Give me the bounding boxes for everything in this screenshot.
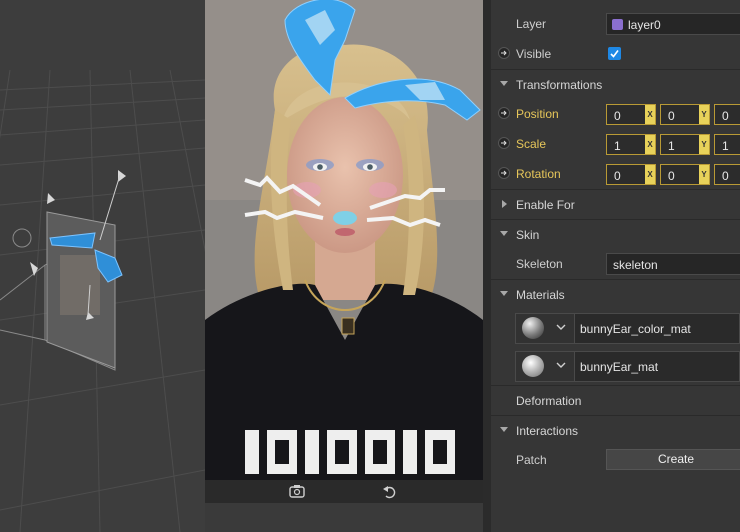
- material-slot[interactable]: bunnyEar_mat: [515, 351, 740, 382]
- visible-row: Visible: [491, 39, 740, 69]
- scale-z-field[interactable]: 1: [714, 134, 740, 155]
- interactions-label: Interactions: [516, 424, 579, 438]
- simulator-preview[interactable]: [205, 0, 483, 503]
- position-z-field[interactable]: 0: [714, 104, 740, 125]
- collapse-triangle-icon: [500, 427, 508, 432]
- arrow-right-icon[interactable]: [498, 47, 510, 59]
- patch-row: Patch Create: [491, 447, 740, 477]
- collapse-triangle-icon: [500, 231, 508, 236]
- enable-for-header[interactable]: Enable For: [491, 189, 740, 219]
- scale-y-field[interactable]: 1Y: [660, 134, 710, 155]
- collapse-triangle-icon: [500, 81, 508, 86]
- scale-label: Scale: [516, 137, 547, 151]
- visible-label: Visible: [516, 47, 552, 61]
- visible-checkbox[interactable]: [608, 47, 621, 60]
- layer-color-swatch: [612, 19, 623, 30]
- skeleton-label: Skeleton: [516, 257, 563, 271]
- material-name: bunnyEar_mat: [580, 360, 659, 374]
- material-slot[interactable]: bunnyEar_color_mat: [515, 313, 740, 344]
- rotation-row: Rotation 0X 0Y 0: [491, 159, 740, 189]
- chevron-down-icon: [556, 324, 566, 330]
- deformation-label: Deformation: [516, 394, 582, 408]
- rotation-z-field[interactable]: 0: [714, 164, 740, 185]
- arrow-right-icon[interactable]: [498, 137, 510, 149]
- scene-viewport[interactable]: [0, 0, 205, 532]
- layer-dropdown[interactable]: layer0: [606, 13, 740, 35]
- materials-header[interactable]: Materials: [491, 279, 740, 309]
- material-thumbnail[interactable]: [516, 352, 575, 381]
- scale-x-field[interactable]: 1X: [606, 134, 656, 155]
- layer-label: Layer: [516, 17, 547, 31]
- restart-icon[interactable]: [381, 483, 399, 500]
- flip-camera-icon[interactable]: [288, 483, 306, 500]
- skeleton-row: Skeleton skeleton: [491, 249, 740, 279]
- skeleton-value: skeleton: [613, 258, 658, 272]
- material-sphere-icon: [522, 317, 544, 339]
- skin-label: Skin: [516, 228, 540, 242]
- scene-grid: [0, 69, 205, 532]
- create-patch-button[interactable]: Create: [606, 449, 740, 470]
- skin-header[interactable]: Skin: [491, 219, 740, 249]
- materials-label: Materials: [516, 288, 565, 302]
- transformations-header[interactable]: Transformations: [491, 69, 740, 99]
- rotation-y-field[interactable]: 0Y: [660, 164, 710, 185]
- inspector-panel: Layer layer0 Visible Transformations Pos…: [491, 0, 740, 532]
- deformation-header[interactable]: Deformation: [491, 385, 740, 415]
- panel-divider[interactable]: [483, 0, 491, 532]
- expand-triangle-icon: [502, 200, 507, 208]
- transformations-label: Transformations: [516, 78, 603, 92]
- interactions-header[interactable]: Interactions: [491, 415, 740, 445]
- checkmark-icon: [610, 50, 619, 58]
- position-x-field[interactable]: 0X: [606, 104, 656, 125]
- camera-feed-image: [205, 0, 483, 503]
- chevron-down-icon: [556, 362, 566, 368]
- material-name: bunnyEar_color_mat: [580, 322, 691, 336]
- position-y-field[interactable]: 0Y: [660, 104, 710, 125]
- patch-label: Patch: [516, 453, 547, 467]
- material-sphere-icon: [522, 355, 544, 377]
- enable-for-label: Enable For: [516, 198, 575, 212]
- position-label: Position: [516, 107, 559, 121]
- rotation-x-field[interactable]: 0X: [606, 164, 656, 185]
- rotation-label: Rotation: [516, 167, 561, 181]
- layer-row: Layer layer0: [491, 9, 740, 39]
- layer-value: layer0: [628, 18, 661, 32]
- arrow-right-icon[interactable]: [498, 107, 510, 119]
- skeleton-dropdown[interactable]: skeleton: [606, 253, 740, 275]
- position-row: Position 0X 0Y 0: [491, 99, 740, 129]
- arrow-right-icon[interactable]: [498, 167, 510, 179]
- simulator-toolbar: [205, 480, 483, 503]
- collapse-triangle-icon: [500, 291, 508, 296]
- scale-row: Scale 1X 1Y 1: [491, 129, 740, 159]
- material-thumbnail[interactable]: [516, 314, 575, 343]
